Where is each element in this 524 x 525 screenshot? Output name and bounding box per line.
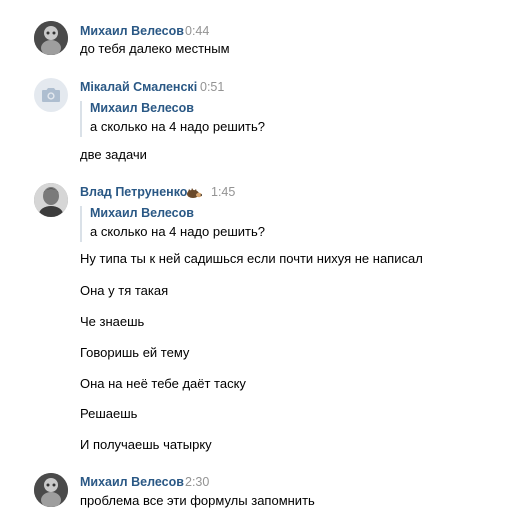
camera-icon <box>42 88 60 102</box>
avatar[interactable] <box>34 21 68 55</box>
message-text: Она на неё тебе даёт таску <box>80 376 246 391</box>
author-name[interactable]: Михаил Велесов <box>80 475 184 489</box>
quoted-message[interactable]: Михаил Велесов а сколько на 4 надо решит… <box>80 101 265 137</box>
message-text: Говоришь ей тему <box>80 345 190 360</box>
message-text: Ну типа ты к ней садишься если почти них… <box>80 251 423 266</box>
message-text: Че знаешь <box>80 314 145 329</box>
message-text: Она у тя такая <box>80 283 169 298</box>
avatar[interactable] <box>34 78 68 112</box>
message-time[interactable]: 0:51 <box>200 80 224 94</box>
quoted-message[interactable]: Михаил Велесов а сколько на 4 надо решит… <box>80 206 265 242</box>
quoted-text: а сколько на 4 надо решить? <box>90 224 265 239</box>
message-text: проблема все эти формулы запомнить <box>80 493 315 508</box>
message-time[interactable]: 0:44 <box>185 24 209 38</box>
message-time[interactable]: 1:45 <box>211 185 235 199</box>
avatar-photo-icon <box>34 21 68 55</box>
message-text: И получаешь чатырку <box>80 437 212 452</box>
message-text: Решаешь <box>80 406 138 421</box>
message-text: две задачи <box>80 147 147 162</box>
author-name[interactable]: Мікалай Смаленскі <box>80 80 197 94</box>
avatar-photo-icon <box>34 473 68 507</box>
quoted-author[interactable]: Михаил Велесов <box>90 101 194 115</box>
avatar[interactable] <box>34 183 68 217</box>
avatar-photo-icon <box>34 183 68 217</box>
hedgehog-emoji <box>187 188 202 198</box>
avatar[interactable] <box>34 473 68 507</box>
message-text: до тебя далеко местным <box>80 41 230 56</box>
quoted-text: а сколько на 4 надо решить? <box>90 119 265 134</box>
message-time[interactable]: 2:30 <box>185 475 209 489</box>
author-name[interactable]: Влад Петруненко <box>80 185 187 199</box>
author-name[interactable]: Михаил Велесов <box>80 24 184 38</box>
quoted-author[interactable]: Михаил Велесов <box>90 206 194 220</box>
